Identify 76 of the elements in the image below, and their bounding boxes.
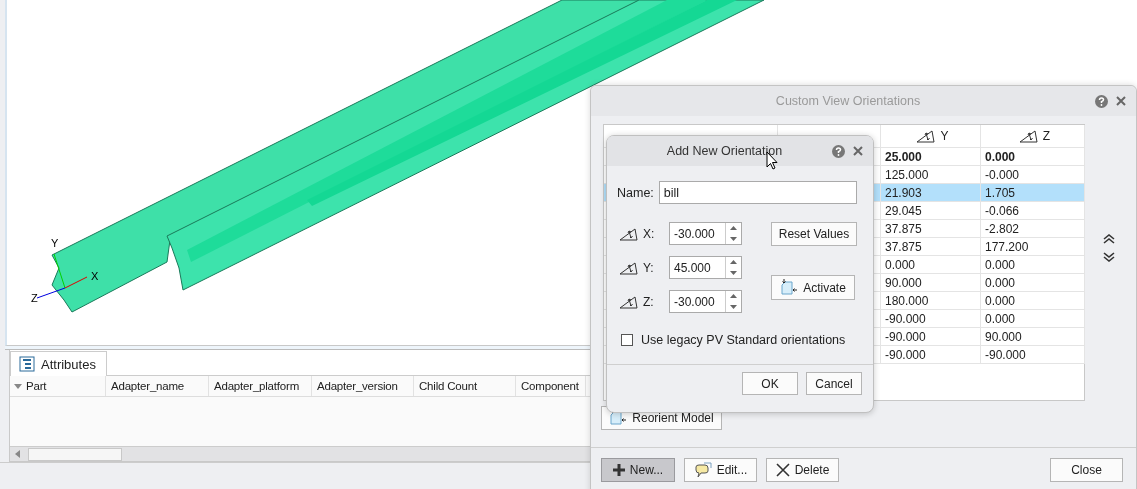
checkbox[interactable]: [621, 334, 633, 346]
column-header[interactable]: Adapter_name: [106, 376, 209, 396]
x-icon: [775, 463, 790, 477]
angle-label: X:: [643, 226, 656, 241]
table-cell: 0.000: [981, 256, 1085, 274]
table-cell: 0.000: [981, 292, 1085, 310]
table-cell: 1.705: [981, 184, 1085, 202]
reset-values-button[interactable]: Reset Values: [771, 222, 857, 246]
column-header[interactable]: Child Count: [414, 376, 516, 396]
scroll-left-icon[interactable]: [14, 450, 22, 458]
scroll-thumb[interactable]: [28, 447, 122, 461]
table-cell: -90.000: [881, 346, 981, 364]
table-cell: 90.000: [981, 328, 1085, 346]
axis-triad-drawing: Y X Z: [31, 237, 99, 304]
table-cell: -90.000: [881, 328, 981, 346]
column-header[interactable]: Z: [981, 125, 1085, 148]
angle-spinbox[interactable]: 45.000: [669, 256, 742, 279]
help-icon[interactable]: [1095, 94, 1108, 108]
dialog-title: Custom View Orientations: [774, 94, 922, 108]
angle-icon: [916, 129, 937, 143]
table-cell: 0.000: [981, 310, 1085, 328]
close-button[interactable]: Close: [1050, 458, 1123, 482]
list-icon: [19, 356, 35, 372]
spin-up-icon[interactable]: [730, 294, 737, 299]
ok-button[interactable]: OK: [742, 372, 798, 395]
spin-down-icon[interactable]: [730, 304, 737, 309]
close-icon[interactable]: [1116, 96, 1126, 106]
table-cell: -90.000: [981, 346, 1085, 364]
table-cell: 0.000: [981, 274, 1085, 292]
angle-icon: [619, 226, 639, 241]
delete-button[interactable]: Delete: [766, 458, 839, 482]
table-cell: 37.875: [881, 238, 981, 256]
angle-label: Z:: [643, 294, 655, 309]
cancel-button[interactable]: Cancel: [806, 372, 862, 395]
column-header[interactable]: Adapter_version: [312, 376, 414, 396]
angle-spinbox[interactable]: -30.000: [669, 290, 742, 313]
angle-spinbox[interactable]: -30.000: [669, 222, 742, 245]
angle-label: Y:: [643, 260, 655, 275]
name-label: Name:: [617, 185, 654, 200]
new-button[interactable]: New...: [601, 458, 675, 482]
angle-icon: [619, 294, 639, 309]
angle-icon: [1018, 129, 1039, 143]
table-cell: 25.000: [881, 148, 981, 166]
checkbox-label: Use legacy PV Standard orientations: [641, 333, 846, 347]
table-cell: 37.875: [881, 220, 981, 238]
table-cell: 21.903: [881, 184, 981, 202]
attributes-tab[interactable]: Attributes: [10, 351, 107, 376]
table-cell: -0.066: [981, 202, 1085, 220]
activate-button[interactable]: Activate: [771, 275, 855, 300]
table-cell: 0.000: [981, 148, 1085, 166]
chevron-down-icon[interactable]: [1103, 252, 1115, 262]
table-cell: 177.200: [981, 238, 1085, 256]
column-header[interactable]: Component: [516, 376, 586, 396]
table-cell: -2.802: [981, 220, 1085, 238]
spin-down-icon[interactable]: [730, 236, 737, 241]
close-icon[interactable]: [853, 146, 863, 156]
edit-button[interactable]: Edit...: [684, 458, 757, 482]
table-cell: 0.000: [881, 256, 981, 274]
spin-down-icon[interactable]: [730, 270, 737, 275]
spin-up-icon[interactable]: [730, 260, 737, 265]
name-field[interactable]: bill: [658, 181, 857, 204]
table-cell: 90.000: [881, 274, 981, 292]
spin-up-icon[interactable]: [730, 226, 737, 231]
speech-bubble-icon: [693, 462, 712, 478]
angle-icon: [619, 260, 639, 275]
cube-arrow-icon: [780, 278, 799, 297]
chevron-up-icon[interactable]: [1103, 234, 1115, 244]
table-cell: -90.000: [881, 310, 981, 328]
dialog-title: Add New Orientation: [665, 144, 784, 158]
plus-icon: [612, 464, 625, 476]
help-icon[interactable]: [832, 144, 845, 158]
column-header[interactable]: Y: [881, 125, 981, 148]
table-cell: 180.000: [881, 292, 981, 310]
column-header[interactable]: Adapter_platform: [209, 376, 312, 396]
table-cell: 29.045: [881, 202, 981, 220]
column-header[interactable]: Part: [10, 376, 106, 396]
